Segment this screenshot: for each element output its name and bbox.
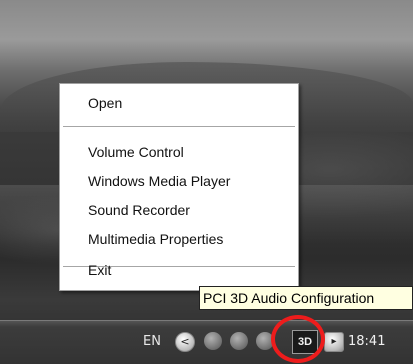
tooltip: PCI 3D Audio Configuration [199,286,413,310]
menu-separator [63,126,295,127]
chevron-right-icon[interactable]: ▸ [324,332,344,352]
menu-item-open[interactable]: Open [88,95,122,111]
menu-item-volume-control[interactable]: Volume Control [88,144,184,160]
menu-item-windows-media-player[interactable]: Windows Media Player [88,173,230,189]
tray-app-icon[interactable] [230,332,248,350]
context-menu: Open Volume Control Windows Media Player… [59,83,299,291]
highlight-circle [271,315,325,363]
tray-app-icon[interactable] [204,332,222,350]
language-indicator[interactable]: EN [143,334,161,349]
menu-item-exit[interactable]: Exit [88,262,111,278]
chevron-left-icon[interactable]: < [175,332,195,352]
menu-item-sound-recorder[interactable]: Sound Recorder [88,202,190,218]
menu-item-multimedia-properties[interactable]: Multimedia Properties [88,231,223,247]
tray-clock[interactable]: 18:41 [348,334,385,349]
